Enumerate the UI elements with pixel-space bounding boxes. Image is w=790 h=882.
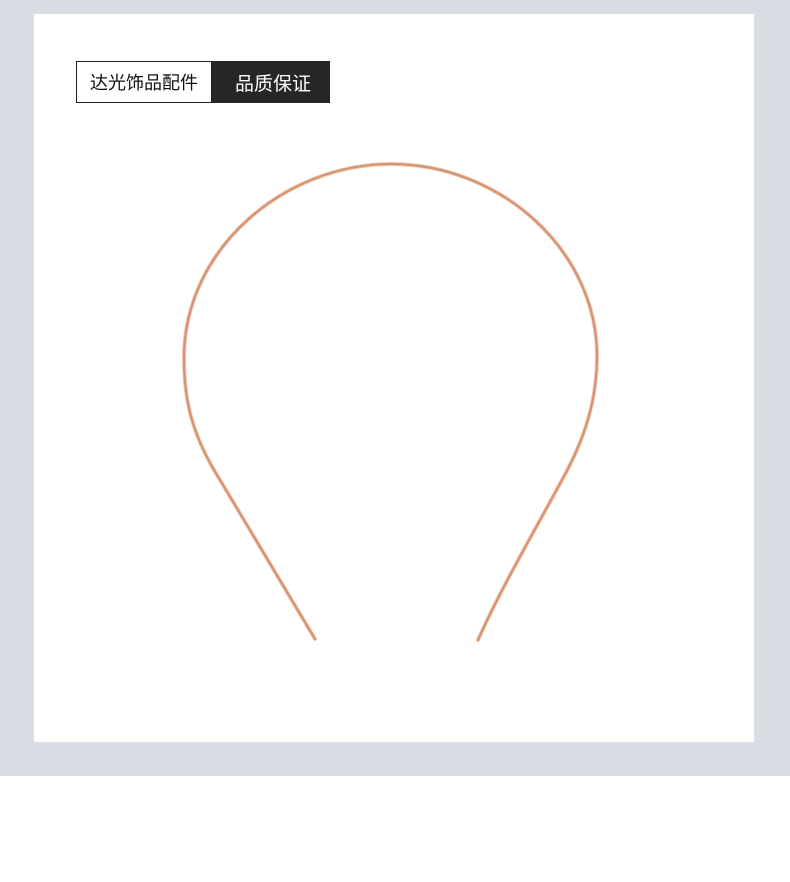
product-image-page: 达光饰品配件 品质保证 <box>0 0 790 882</box>
headband-image <box>181 161 600 642</box>
headband-wire <box>182 162 599 642</box>
headband-wire-shadow <box>181 161 600 642</box>
image-frame: 达光饰品配件 品质保证 <box>0 0 790 776</box>
